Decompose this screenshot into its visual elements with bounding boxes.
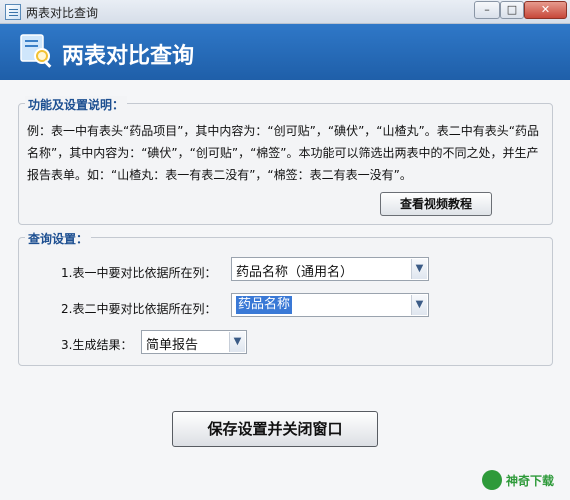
table2-column-select[interactable]: 药品名称 ▼ bbox=[231, 293, 429, 317]
view-video-tutorial-button[interactable]: 查看视频教程 bbox=[380, 192, 492, 216]
magnifier-document-icon bbox=[20, 34, 52, 68]
title-bar: 两表对比查询 – □ ✕ bbox=[0, 0, 570, 24]
table1-column-value: 药品名称（通用名） bbox=[236, 265, 354, 280]
table1-column-label: 1.表一中要对比依据所在列： bbox=[61, 266, 217, 280]
table2-column-label: 2.表二中要对比依据所在列： bbox=[61, 302, 217, 316]
header-banner: 两表对比查询 bbox=[0, 24, 570, 80]
query-group-title: 查询设置： bbox=[25, 230, 92, 247]
result-type-label: 3.生成结果： bbox=[61, 338, 133, 352]
info-description: 例：表一中有表头“药品项目”，其中内容为：“创可贴”，“碘伏”，“山楂丸”。表二… bbox=[27, 124, 539, 182]
result-type-value: 简单报告 bbox=[146, 338, 199, 353]
app-icon bbox=[5, 4, 21, 20]
table1-column-select[interactable]: 药品名称（通用名） ▼ bbox=[231, 257, 429, 281]
close-button[interactable]: ✕ bbox=[524, 1, 567, 19]
chevron-down-icon[interactable]: ▼ bbox=[229, 332, 245, 352]
header-title: 两表对比查询 bbox=[62, 44, 195, 69]
chevron-down-icon[interactable]: ▼ bbox=[411, 259, 427, 279]
main-content: 功能及设置说明： 例：表一中有表头“药品项目”，其中内容为：“创可贴”，“碘伏”… bbox=[0, 80, 570, 500]
query-settings-group: 查询设置： 1.表一中要对比依据所在列： 药品名称（通用名） ▼ 2.表二中要对… bbox=[18, 230, 553, 366]
table2-column-value: 药品名称 bbox=[236, 296, 293, 314]
watermark-logo-icon bbox=[482, 470, 502, 490]
window-title: 两表对比查询 bbox=[26, 6, 99, 20]
save-and-close-button[interactable]: 保存设置并关闭窗口 bbox=[172, 411, 378, 447]
info-group-title: 功能及设置说明： bbox=[25, 96, 128, 113]
minimize-button[interactable]: – bbox=[474, 1, 500, 19]
watermark: 神奇下载 bbox=[480, 468, 570, 496]
info-group: 功能及设置说明： 例：表一中有表头“药品项目”，其中内容为：“创可贴”，“碘伏”… bbox=[18, 96, 553, 225]
chevron-down-icon[interactable]: ▼ bbox=[411, 295, 427, 315]
maximize-button[interactable]: □ bbox=[500, 1, 524, 19]
result-type-select[interactable]: 简单报告 ▼ bbox=[141, 330, 247, 354]
watermark-text: 神奇下载 bbox=[506, 474, 555, 488]
